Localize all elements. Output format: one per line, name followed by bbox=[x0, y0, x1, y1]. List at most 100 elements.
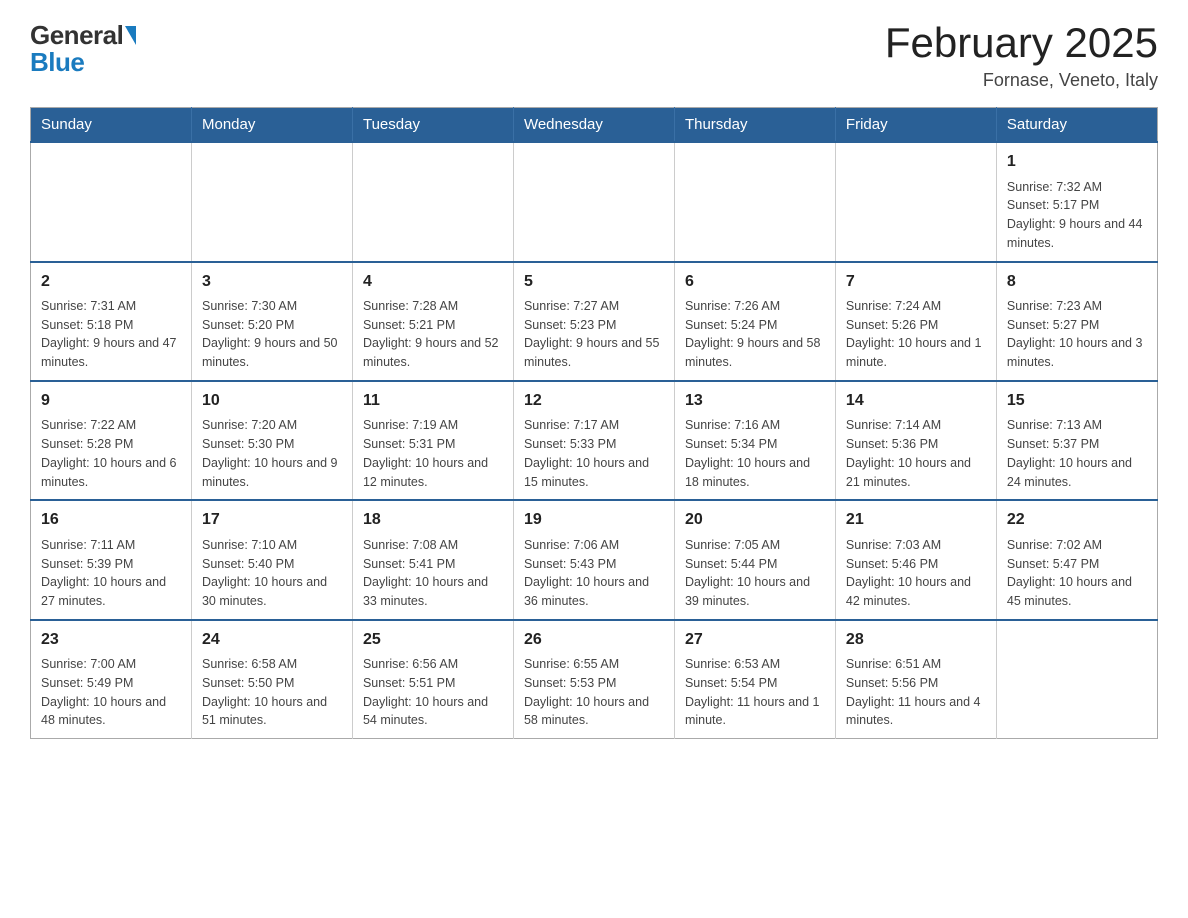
day-info: Sunrise: 7:28 AMSunset: 5:21 PMDaylight:… bbox=[363, 297, 503, 372]
calendar-cell: 2 Sunrise: 7:31 AMSunset: 5:18 PMDaylight… bbox=[31, 262, 192, 381]
day-info: Sunrise: 6:58 AMSunset: 5:50 PMDaylight:… bbox=[202, 655, 342, 730]
day-number: 20 bbox=[685, 509, 825, 531]
day-info: Sunrise: 7:30 AMSunset: 5:20 PMDaylight:… bbox=[202, 297, 342, 372]
day-number: 25 bbox=[363, 629, 503, 651]
day-info: Sunrise: 7:03 AMSunset: 5:46 PMDaylight:… bbox=[846, 536, 986, 611]
calendar-cell: 14 Sunrise: 7:14 AMSunset: 5:36 PMDayligh… bbox=[835, 381, 996, 500]
calendar-cell: 7 Sunrise: 7:24 AMSunset: 5:26 PMDaylight… bbox=[835, 262, 996, 381]
calendar-cell: 16 Sunrise: 7:11 AMSunset: 5:39 PMDayligh… bbox=[31, 500, 192, 619]
calendar-cell: 25 Sunrise: 6:56 AMSunset: 5:51 PMDayligh… bbox=[352, 620, 513, 739]
calendar-week-row: 23 Sunrise: 7:00 AMSunset: 5:49 PMDayligh… bbox=[31, 620, 1158, 739]
calendar-cell: 19 Sunrise: 7:06 AMSunset: 5:43 PMDayligh… bbox=[513, 500, 674, 619]
day-number: 24 bbox=[202, 629, 342, 651]
day-info: Sunrise: 7:22 AMSunset: 5:28 PMDaylight:… bbox=[41, 416, 181, 491]
day-number: 18 bbox=[363, 509, 503, 531]
logo: General Blue bbox=[30, 20, 136, 78]
day-number: 12 bbox=[524, 390, 664, 412]
weekday-header-saturday: Saturday bbox=[996, 108, 1157, 143]
calendar-cell: 9 Sunrise: 7:22 AMSunset: 5:28 PMDaylight… bbox=[31, 381, 192, 500]
calendar-cell: 18 Sunrise: 7:08 AMSunset: 5:41 PMDayligh… bbox=[352, 500, 513, 619]
day-info: Sunrise: 7:14 AMSunset: 5:36 PMDaylight:… bbox=[846, 416, 986, 491]
calendar-cell: 17 Sunrise: 7:10 AMSunset: 5:40 PMDayligh… bbox=[191, 500, 352, 619]
day-info: Sunrise: 7:24 AMSunset: 5:26 PMDaylight:… bbox=[846, 297, 986, 372]
day-info: Sunrise: 7:05 AMSunset: 5:44 PMDaylight:… bbox=[685, 536, 825, 611]
day-number: 11 bbox=[363, 390, 503, 412]
day-info: Sunrise: 7:00 AMSunset: 5:49 PMDaylight:… bbox=[41, 655, 181, 730]
day-number: 10 bbox=[202, 390, 342, 412]
day-number: 9 bbox=[41, 390, 181, 412]
day-info: Sunrise: 7:13 AMSunset: 5:37 PMDaylight:… bbox=[1007, 416, 1147, 491]
calendar-cell: 6 Sunrise: 7:26 AMSunset: 5:24 PMDaylight… bbox=[674, 262, 835, 381]
weekday-header-friday: Friday bbox=[835, 108, 996, 143]
logo-arrow-icon bbox=[125, 26, 136, 45]
day-info: Sunrise: 7:02 AMSunset: 5:47 PMDaylight:… bbox=[1007, 536, 1147, 611]
day-info: Sunrise: 6:56 AMSunset: 5:51 PMDaylight:… bbox=[363, 655, 503, 730]
calendar-cell bbox=[835, 142, 996, 261]
page-location: Fornase, Veneto, Italy bbox=[885, 70, 1158, 91]
calendar-cell: 27 Sunrise: 6:53 AMSunset: 5:54 PMDayligh… bbox=[674, 620, 835, 739]
calendar-cell bbox=[31, 142, 192, 261]
calendar-cell: 24 Sunrise: 6:58 AMSunset: 5:50 PMDayligh… bbox=[191, 620, 352, 739]
title-block: February 2025 Fornase, Veneto, Italy bbox=[885, 20, 1158, 91]
day-number: 3 bbox=[202, 271, 342, 293]
day-info: Sunrise: 7:19 AMSunset: 5:31 PMDaylight:… bbox=[363, 416, 503, 491]
day-info: Sunrise: 7:08 AMSunset: 5:41 PMDaylight:… bbox=[363, 536, 503, 611]
day-info: Sunrise: 7:10 AMSunset: 5:40 PMDaylight:… bbox=[202, 536, 342, 611]
calendar-table: SundayMondayTuesdayWednesdayThursdayFrid… bbox=[30, 107, 1158, 739]
calendar-cell: 4 Sunrise: 7:28 AMSunset: 5:21 PMDaylight… bbox=[352, 262, 513, 381]
calendar-header-row: SundayMondayTuesdayWednesdayThursdayFrid… bbox=[31, 108, 1158, 143]
calendar-cell bbox=[191, 142, 352, 261]
day-info: Sunrise: 7:23 AMSunset: 5:27 PMDaylight:… bbox=[1007, 297, 1147, 372]
calendar-cell: 13 Sunrise: 7:16 AMSunset: 5:34 PMDayligh… bbox=[674, 381, 835, 500]
calendar-cell: 12 Sunrise: 7:17 AMSunset: 5:33 PMDayligh… bbox=[513, 381, 674, 500]
day-info: Sunrise: 6:53 AMSunset: 5:54 PMDaylight:… bbox=[685, 655, 825, 730]
calendar-cell: 8 Sunrise: 7:23 AMSunset: 5:27 PMDaylight… bbox=[996, 262, 1157, 381]
calendar-cell: 1Sunrise: 7:32 AMSunset: 5:17 PMDaylight… bbox=[996, 142, 1157, 261]
day-info: Sunrise: 7:16 AMSunset: 5:34 PMDaylight:… bbox=[685, 416, 825, 491]
page-title: February 2025 bbox=[885, 20, 1158, 66]
day-info: Sunrise: 7:06 AMSunset: 5:43 PMDaylight:… bbox=[524, 536, 664, 611]
day-number: 14 bbox=[846, 390, 986, 412]
page-header: General Blue February 2025 Fornase, Vene… bbox=[30, 20, 1158, 91]
calendar-cell: 28Sunrise: 6:51 AMSunset: 5:56 PMDayligh… bbox=[835, 620, 996, 739]
day-info: Sunrise: 7:31 AMSunset: 5:18 PMDaylight:… bbox=[41, 297, 181, 372]
day-number: 27 bbox=[685, 629, 825, 651]
day-info: Sunrise: 7:20 AMSunset: 5:30 PMDaylight:… bbox=[202, 416, 342, 491]
calendar-cell: 26 Sunrise: 6:55 AMSunset: 5:53 PMDayligh… bbox=[513, 620, 674, 739]
day-number: 13 bbox=[685, 390, 825, 412]
day-number: 4 bbox=[363, 271, 503, 293]
day-number: 16 bbox=[41, 509, 181, 531]
weekday-header-sunday: Sunday bbox=[31, 108, 192, 143]
day-info: Sunrise: 7:27 AMSunset: 5:23 PMDaylight:… bbox=[524, 297, 664, 372]
day-number: 23 bbox=[41, 629, 181, 651]
day-number: 7 bbox=[846, 271, 986, 293]
calendar-cell bbox=[352, 142, 513, 261]
day-info: Sunrise: 7:17 AMSunset: 5:33 PMDaylight:… bbox=[524, 416, 664, 491]
day-info: Sunrise: 7:11 AMSunset: 5:39 PMDaylight:… bbox=[41, 536, 181, 611]
day-info: Sunrise: 7:26 AMSunset: 5:24 PMDaylight:… bbox=[685, 297, 825, 372]
day-info: Sunrise: 6:55 AMSunset: 5:53 PMDaylight:… bbox=[524, 655, 664, 730]
day-number: 22 bbox=[1007, 509, 1147, 531]
logo-blue-text: Blue bbox=[30, 47, 84, 78]
day-info: Sunrise: 7:32 AMSunset: 5:17 PMDaylight:… bbox=[1007, 178, 1147, 253]
calendar-cell bbox=[674, 142, 835, 261]
calendar-week-row: 2 Sunrise: 7:31 AMSunset: 5:18 PMDaylight… bbox=[31, 262, 1158, 381]
weekday-header-tuesday: Tuesday bbox=[352, 108, 513, 143]
day-number: 6 bbox=[685, 271, 825, 293]
calendar-cell: 21Sunrise: 7:03 AMSunset: 5:46 PMDayligh… bbox=[835, 500, 996, 619]
calendar-week-row: 16 Sunrise: 7:11 AMSunset: 5:39 PMDayligh… bbox=[31, 500, 1158, 619]
day-number: 19 bbox=[524, 509, 664, 531]
calendar-cell: 5 Sunrise: 7:27 AMSunset: 5:23 PMDaylight… bbox=[513, 262, 674, 381]
day-number: 26 bbox=[524, 629, 664, 651]
calendar-cell: 3 Sunrise: 7:30 AMSunset: 5:20 PMDaylight… bbox=[191, 262, 352, 381]
calendar-cell: 11 Sunrise: 7:19 AMSunset: 5:31 PMDayligh… bbox=[352, 381, 513, 500]
day-info: Sunrise: 6:51 AMSunset: 5:56 PMDaylight:… bbox=[846, 655, 986, 730]
day-number: 2 bbox=[41, 271, 181, 293]
weekday-header-wednesday: Wednesday bbox=[513, 108, 674, 143]
day-number: 8 bbox=[1007, 271, 1147, 293]
calendar-cell: 10 Sunrise: 7:20 AMSunset: 5:30 PMDayligh… bbox=[191, 381, 352, 500]
weekday-header-monday: Monday bbox=[191, 108, 352, 143]
day-number: 17 bbox=[202, 509, 342, 531]
day-number: 5 bbox=[524, 271, 664, 293]
day-number: 15 bbox=[1007, 390, 1147, 412]
